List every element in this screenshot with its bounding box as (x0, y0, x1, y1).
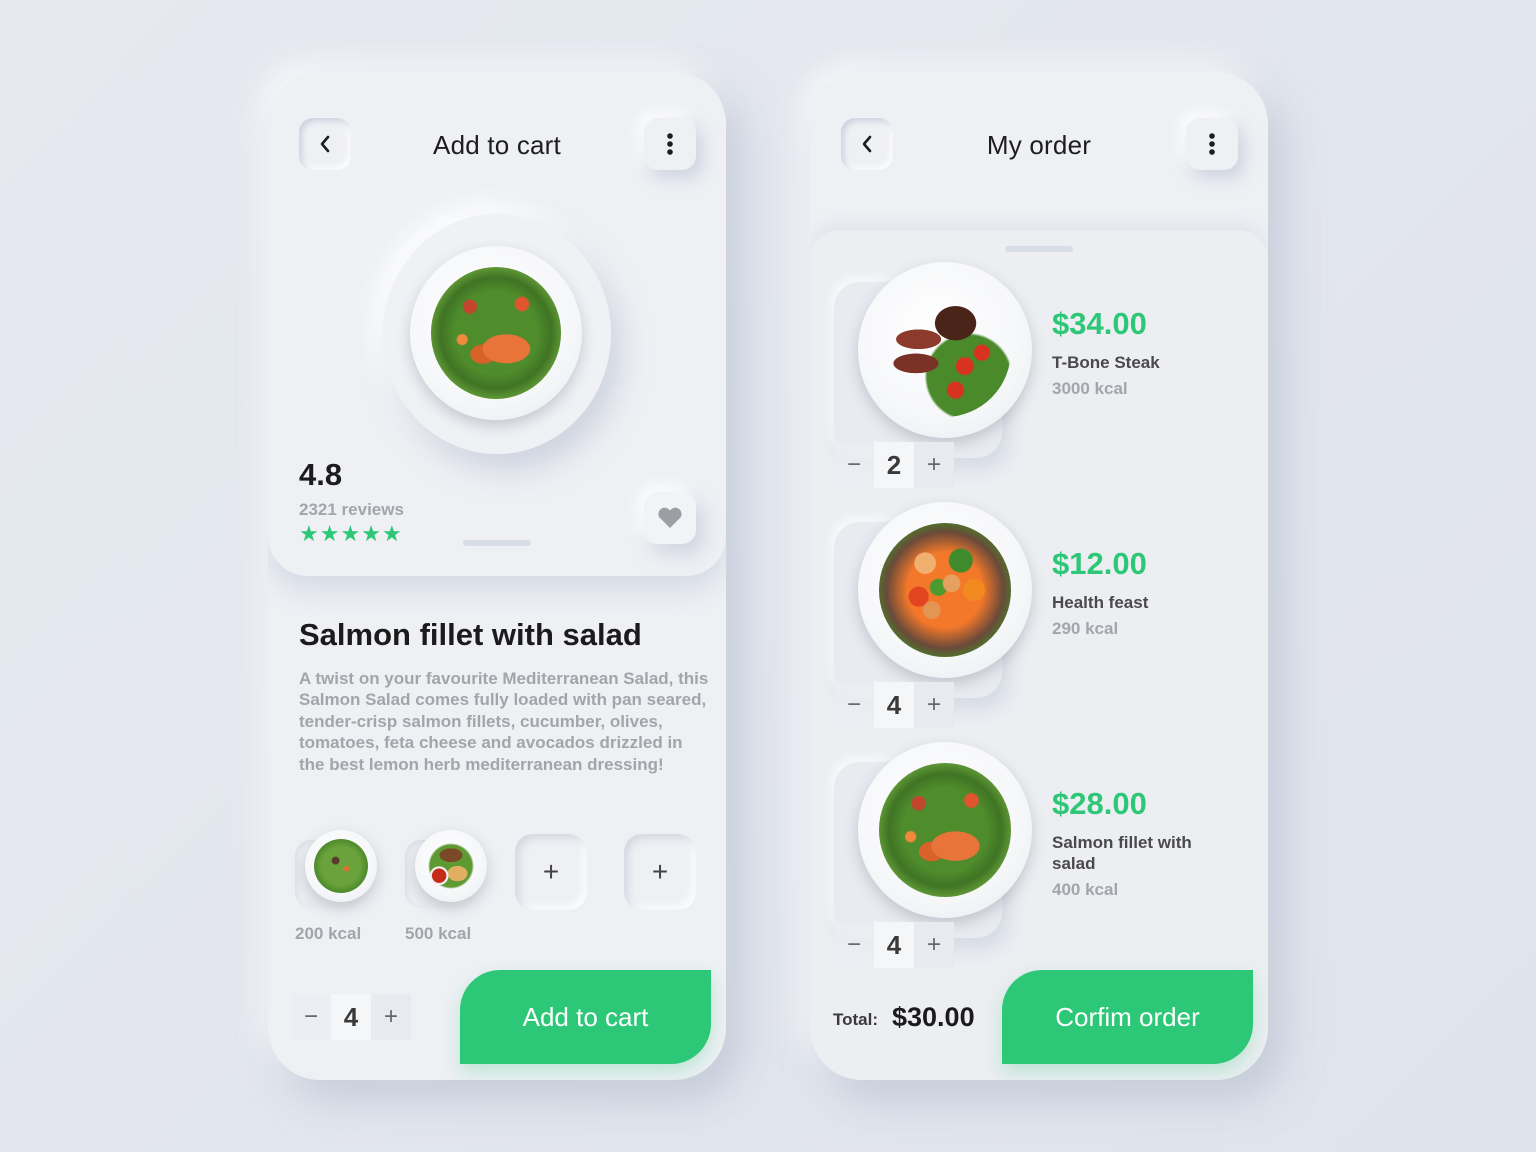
order-item-image (858, 262, 1032, 438)
review-count: 2321 reviews (299, 500, 404, 519)
order-item: $12.00 Health feast 290 kcal − 4 + (810, 502, 1268, 732)
decrease-quantity-button[interactable]: − (834, 682, 874, 728)
addon-kcal: 200 kcal (295, 924, 362, 943)
t-bone-steak-food (878, 283, 1012, 417)
increase-quantity-button[interactable]: + (914, 682, 954, 728)
more-vertical-icon (1209, 133, 1215, 155)
order-item-name: T-Bone Steak (1052, 353, 1160, 372)
header: My order (810, 118, 1268, 170)
quantity-stepper: − 4 + (291, 994, 411, 1040)
star-icon: ★ (340, 521, 361, 546)
star-icon: ★ (319, 521, 340, 546)
dish-title: Salmon fillet with salad (299, 617, 642, 652)
order-item-image (858, 742, 1032, 918)
addon-image (415, 830, 487, 902)
quantity-value: 2 (874, 442, 914, 488)
more-vertical-icon (667, 133, 673, 155)
quantity-stepper: − 2 + (834, 442, 954, 488)
addon-kcal: 500 kcal (405, 924, 472, 943)
drag-handle[interactable] (1005, 246, 1073, 252)
order-item-price: $28.00 (1052, 786, 1147, 821)
favorite-button[interactable] (644, 492, 696, 544)
total-label: Total: (833, 1010, 879, 1029)
heart-icon (658, 507, 682, 528)
quantity-value: 4 (874, 682, 914, 728)
order-item-price: $34.00 (1052, 306, 1147, 341)
my-order-screen: My order $34.00 T-Bone Steak 3000 kcal −… (810, 72, 1268, 1080)
order-item-price: $12.00 (1052, 546, 1147, 581)
order-item-kcal: 3000 kcal (1052, 379, 1128, 398)
decrease-quantity-button[interactable]: − (834, 442, 874, 488)
addon-image (305, 830, 377, 902)
star-icon: ★ (381, 521, 402, 546)
order-item-kcal: 290 kcal (1052, 619, 1119, 638)
order-item: $28.00 Salmon fillet with salad 400 kcal… (810, 742, 1268, 972)
order-item-kcal: 400 kcal (1052, 880, 1119, 899)
salmon-salad-food (430, 266, 562, 400)
quantity-stepper: − 4 + (834, 682, 954, 728)
increase-quantity-button[interactable]: + (914, 442, 954, 488)
more-options-button[interactable] (644, 118, 696, 170)
confirm-order-button[interactable]: Corfim order (1002, 970, 1253, 1064)
order-item: $34.00 T-Bone Steak 3000 kcal − 2 + (810, 262, 1268, 492)
rating-value: 4.8 (299, 457, 343, 492)
green-salad-food (313, 838, 369, 894)
dish-description: A twist on your favourite Mediterranean … (299, 669, 709, 774)
hero-dish-image (410, 246, 582, 420)
star-icon: ★ (361, 521, 381, 546)
addons-row: 200 kcal 500 kcal + + (295, 830, 705, 950)
star-rating: ★ ★ ★ ★ ★ (299, 522, 402, 546)
drag-handle[interactable] (463, 540, 531, 546)
decrease-quantity-button[interactable]: − (834, 922, 874, 968)
order-sheet: $34.00 T-Bone Steak 3000 kcal − 2 + $12.… (810, 230, 1268, 1080)
add-to-cart-button[interactable]: Add to cart (460, 970, 711, 1064)
hero-card: Add to cart 4.8 2321 reviews ★ ★ ★ ★ ★ (268, 72, 726, 576)
plus-icon: + (542, 856, 560, 887)
header: Add to cart (268, 118, 726, 170)
add-addon-button[interactable]: + (624, 834, 696, 910)
salmon-salad-food (878, 763, 1012, 897)
health-feast-food (878, 523, 1012, 657)
quantity-stepper: − 4 + (834, 922, 954, 968)
plus-icon: + (651, 856, 669, 887)
order-item-name: Health feast (1052, 593, 1149, 612)
add-to-cart-screen: Add to cart 4.8 2321 reviews ★ ★ ★ ★ ★ S… (268, 72, 726, 1080)
total-value: $30.00 (892, 1002, 975, 1032)
increase-quantity-button[interactable]: + (371, 994, 411, 1040)
more-options-button[interactable] (1186, 118, 1238, 170)
decrease-quantity-button[interactable]: − (291, 994, 331, 1040)
add-addon-button[interactable]: + (515, 834, 587, 910)
chicken-wings-food (423, 838, 479, 894)
quantity-value: 4 (874, 922, 914, 968)
order-item-image (858, 502, 1032, 678)
quantity-value: 4 (331, 994, 371, 1040)
star-icon: ★ (299, 521, 319, 546)
order-item-name: Salmon fillet with salad (1052, 833, 1192, 873)
increase-quantity-button[interactable]: + (914, 922, 954, 968)
